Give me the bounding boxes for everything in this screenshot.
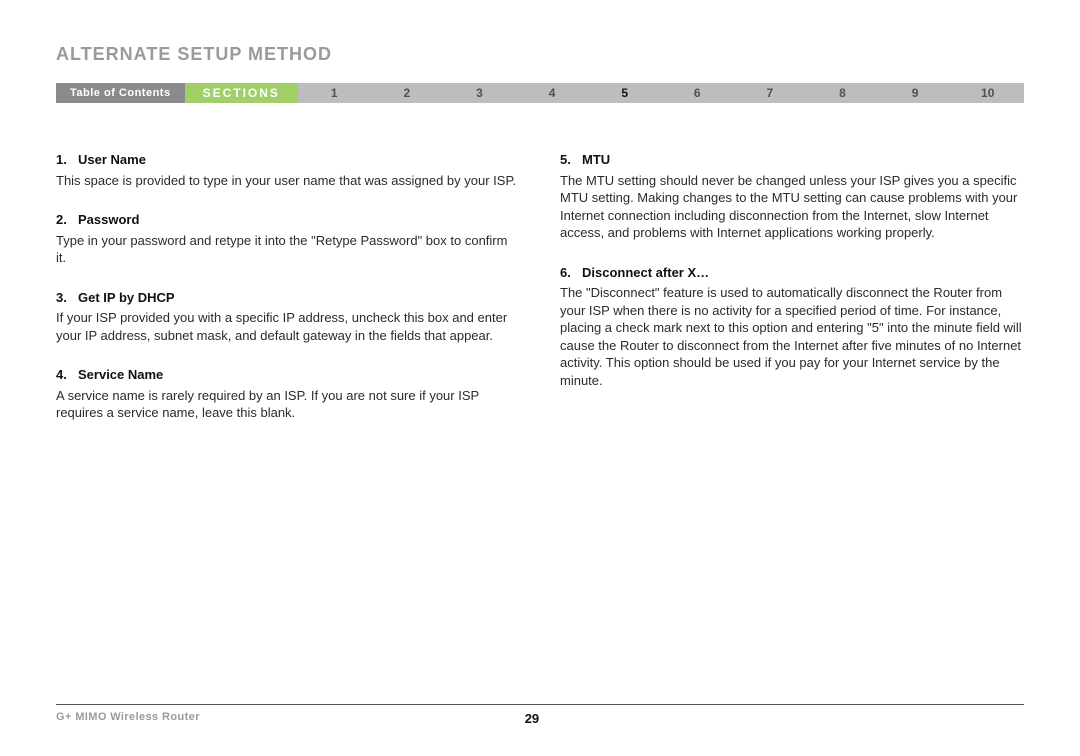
item-1-body: This space is provided to type in your u… (56, 172, 520, 190)
nav-section-1[interactable]: 1 (298, 83, 371, 103)
footer-page-number: 29 (200, 711, 864, 726)
item-3-num: 3. (56, 289, 78, 307)
page-title: ALTERNATE SETUP METHOD (56, 44, 1024, 65)
item-5-title: MTU (582, 152, 610, 167)
item-4-title: Service Name (78, 367, 163, 382)
item-5-num: 5. (560, 151, 582, 169)
right-column: 5.MTU The MTU setting should never be ch… (560, 151, 1024, 422)
item-6-head: 6.Disconnect after X… (560, 264, 1024, 282)
item-5-head: 5.MTU (560, 151, 1024, 169)
item-3-head: 3.Get IP by DHCP (56, 289, 520, 307)
item-3-title: Get IP by DHCP (78, 290, 175, 305)
nav-section-8[interactable]: 8 (806, 83, 879, 103)
item-4-num: 4. (56, 366, 78, 384)
item-6-num: 6. (560, 264, 582, 282)
item-1-num: 1. (56, 151, 78, 169)
item-5-body: The MTU setting should never be changed … (560, 172, 1024, 242)
page-footer: G+ MIMO Wireless Router 29 (56, 704, 1024, 726)
nav-section-7[interactable]: 7 (734, 83, 807, 103)
item-6-title: Disconnect after X… (582, 265, 709, 280)
item-4-body: A service name is rarely required by an … (56, 387, 520, 422)
item-4-head: 4.Service Name (56, 366, 520, 384)
item-2-head: 2.Password (56, 211, 520, 229)
item-1-title: User Name (78, 152, 146, 167)
nav-section-6[interactable]: 6 (661, 83, 734, 103)
nav-section-3[interactable]: 3 (443, 83, 516, 103)
content-columns: 1.User Name This space is provided to ty… (56, 151, 1024, 422)
section-nav: Table of Contents SECTIONS 1 2 3 4 5 6 7… (56, 83, 1024, 103)
item-3-body: If your ISP provided you with a specific… (56, 309, 520, 344)
item-6-body: The "Disconnect" feature is used to auto… (560, 284, 1024, 389)
nav-toc[interactable]: Table of Contents (56, 83, 185, 103)
footer-product: G+ MIMO Wireless Router (56, 711, 200, 726)
item-1-head: 1.User Name (56, 151, 520, 169)
nav-section-4[interactable]: 4 (516, 83, 589, 103)
nav-section-9[interactable]: 9 (879, 83, 952, 103)
nav-section-2[interactable]: 2 (371, 83, 444, 103)
left-column: 1.User Name This space is provided to ty… (56, 151, 520, 422)
item-2-title: Password (78, 212, 139, 227)
item-2-num: 2. (56, 211, 78, 229)
item-2-body: Type in your password and retype it into… (56, 232, 520, 267)
nav-sections-label: SECTIONS (185, 83, 298, 103)
nav-section-10[interactable]: 10 (951, 83, 1024, 103)
nav-section-5[interactable]: 5 (588, 83, 661, 103)
